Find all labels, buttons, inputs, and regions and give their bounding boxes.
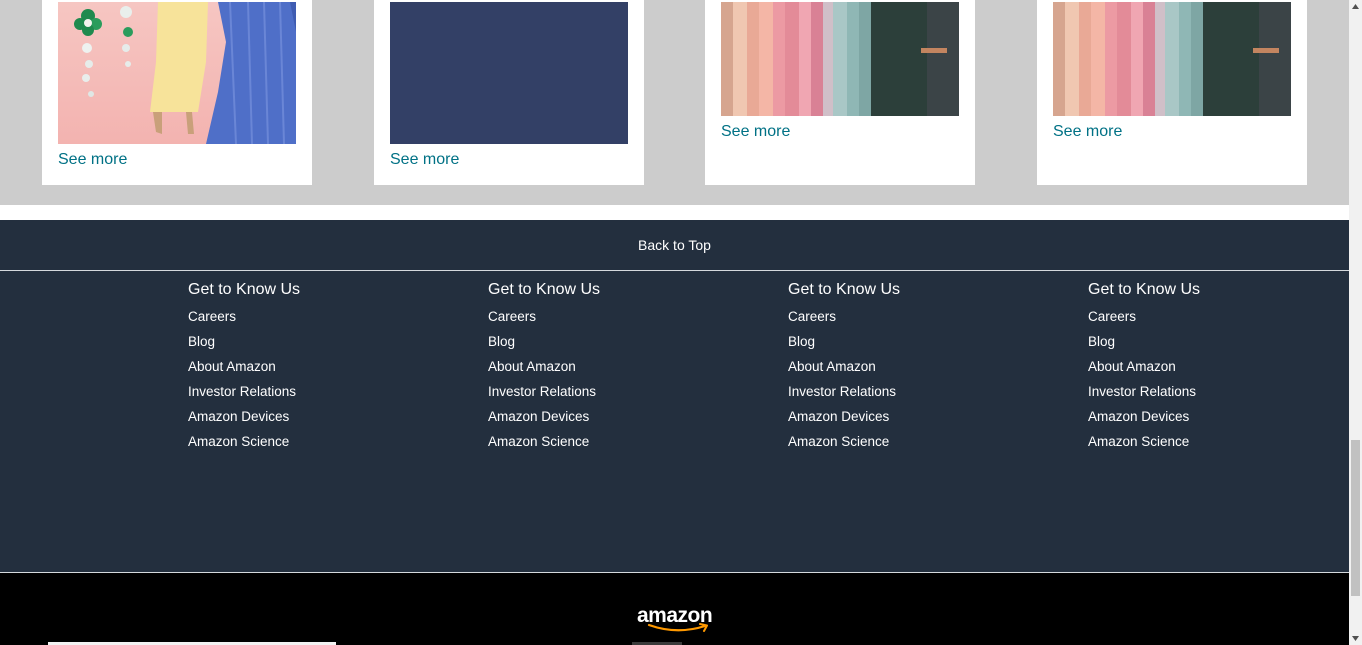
product-card-3: See more [705,0,975,185]
card-4-image[interactable] [1053,2,1291,116]
footer-link-amazon-science[interactable]: Amazon Science [488,434,589,449]
footer-column-heading: Get to Know Us [788,281,901,298]
scrollbar-thumb[interactable] [1351,440,1360,596]
footer-link-amazon-science[interactable]: Amazon Science [1088,434,1189,449]
footer-link-investor-relations[interactable]: Investor Relations [188,384,296,399]
footer-link-amazon-devices[interactable]: Amazon Devices [1088,409,1189,424]
product-card-4: See more [1037,0,1307,185]
product-card-1: See more [42,0,312,185]
footer-logo-bar: amazon [0,573,1349,645]
footer-link-amazon-science[interactable]: Amazon Science [788,434,889,449]
footer-link-investor-relations[interactable]: Investor Relations [488,384,596,399]
footer-column-heading: Get to Know Us [1088,281,1201,298]
footer-link-careers[interactable]: Careers [1088,309,1136,324]
page: See more See more See more See more Back… [0,0,1362,645]
footer-nav: Get to Know Us Careers Blog About Amazon… [0,271,1349,572]
product-card-2: See more [374,0,644,185]
section-gap [0,205,1349,220]
card-1-image[interactable] [58,2,296,144]
footer-link-blog[interactable]: Blog [788,334,815,349]
back-to-top-button[interactable]: Back to Top [0,220,1349,270]
card-3-see-more-link[interactable]: See more [721,123,790,141]
footer-link-blog[interactable]: Blog [1088,334,1115,349]
footer-link-about-amazon[interactable]: About Amazon [488,359,576,374]
footer-link-about-amazon[interactable]: About Amazon [1088,359,1176,374]
product-card-row: See more See more See more See more [0,0,1349,205]
footer-link-blog[interactable]: Blog [488,334,515,349]
card-2-image[interactable] [390,2,628,144]
footer-link-amazon-devices[interactable]: Amazon Devices [188,409,289,424]
footer-link-careers[interactable]: Careers [488,309,536,324]
footer-link-careers[interactable]: Careers [188,309,236,324]
footer-link-blog[interactable]: Blog [188,334,215,349]
amazon-smile-icon [647,623,708,632]
fashion-photo-image [58,2,296,144]
footer-link-about-amazon[interactable]: About Amazon [188,359,276,374]
footer-link-investor-relations[interactable]: Investor Relations [1088,384,1196,399]
footer-link-amazon-devices[interactable]: Amazon Devices [788,409,889,424]
page-viewport: See more See more See more See more Back… [0,0,1349,645]
footer-link-investor-relations[interactable]: Investor Relations [788,384,896,399]
card-3-image[interactable] [721,2,959,116]
footer-link-amazon-devices[interactable]: Amazon Devices [488,409,589,424]
card-2-see-more-link[interactable]: See more [390,151,459,169]
footer-link-about-amazon[interactable]: About Amazon [788,359,876,374]
card-1-see-more-link[interactable]: See more [58,151,127,169]
card-4-see-more-link[interactable]: See more [1053,123,1122,141]
back-to-top-label: Back to Top [638,237,711,253]
amazon-logo[interactable]: amazon [637,605,715,635]
vertical-scrollbar[interactable] [1349,0,1362,645]
footer-link-careers[interactable]: Careers [788,309,836,324]
footer-column-heading: Get to Know Us [488,281,601,298]
scroll-up-arrow-icon[interactable] [1349,0,1362,13]
scroll-down-arrow-icon[interactable] [1349,632,1362,645]
curtain-photo-image [1053,2,1291,116]
footer-column-heading: Get to Know Us [188,281,301,298]
footer-link-amazon-science[interactable]: Amazon Science [188,434,289,449]
curtain-photo-image [721,2,959,116]
